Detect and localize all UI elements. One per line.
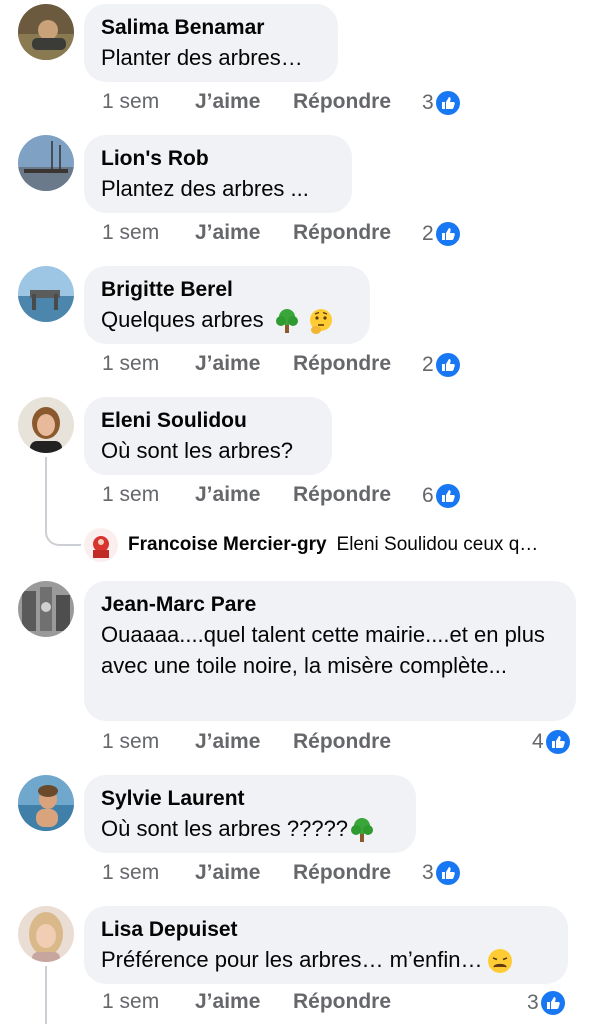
comment-bubble: Sylvie Laurent Où sont les arbres ????? <box>84 775 416 853</box>
tree-emoji-icon <box>275 309 298 334</box>
comment-text-content: Quelques arbres <box>101 307 264 332</box>
reply-button[interactable]: Répondre <box>293 990 391 1014</box>
comment-bubble: Salima Benamar Planter des arbres… <box>84 4 338 82</box>
like-button[interactable]: J’aime <box>195 990 260 1014</box>
reply-button[interactable]: Répondre <box>293 730 391 754</box>
comment-time[interactable]: 1 sem <box>102 352 159 376</box>
comment-bubble: Jean-Marc Pare Ouaaaa....quel talent cet… <box>84 581 576 721</box>
reaction-summary[interactable]: 2 <box>422 221 460 247</box>
comment-author[interactable]: Brigitte Berel <box>101 276 353 304</box>
like-reaction-icon <box>435 353 460 377</box>
reply-avatar <box>84 528 118 562</box>
like-reaction-icon <box>435 222 460 246</box>
comment-author[interactable]: Jean-Marc Pare <box>101 591 559 619</box>
reaction-summary[interactable]: 4 <box>532 729 570 755</box>
comment-author[interactable]: Sylvie Laurent <box>101 785 399 813</box>
avatar[interactable] <box>18 266 74 322</box>
avatar[interactable] <box>18 581 74 637</box>
comment: Lisa Depuiset Préférence pour les arbres… <box>0 902 592 1024</box>
comment-bubble: Lisa Depuiset Préférence pour les arbres… <box>84 906 568 984</box>
comment-text: Où sont les arbres ????? <box>101 813 399 844</box>
avatar[interactable] <box>18 135 74 191</box>
comment-text: Ouaaaa....quel talent cette mairie....et… <box>101 622 545 678</box>
thread-line <box>45 966 47 1024</box>
comment-author[interactable]: Eleni Soulidou <box>101 407 315 435</box>
comment-bubble: Brigitte Berel Quelques arbres <box>84 266 370 344</box>
reply-button[interactable]: Répondre <box>293 90 391 114</box>
thinking-emoji-icon <box>309 309 332 335</box>
reaction-count: 4 <box>532 730 544 753</box>
comment-bubble: Eleni Soulidou Où sont les arbres? <box>84 397 332 475</box>
comment: Jean-Marc Pare Ouaaaa....quel talent cet… <box>0 577 592 767</box>
comment: Brigitte Berel Quelques arbres 1 sem J’a… <box>0 262 592 392</box>
reaction-summary[interactable]: 3 <box>422 860 460 886</box>
comment-actions: 1 sem J’aime Répondre <box>102 990 482 1020</box>
like-button[interactable]: J’aime <box>195 352 260 376</box>
avatar[interactable] <box>18 4 74 60</box>
reaction-summary[interactable]: 3 <box>527 990 565 1016</box>
comment-text-content: Préférence pour les arbres… m’enfin… <box>101 947 483 972</box>
reply-text: Eleni Soulidou ceux q… <box>336 534 539 555</box>
reaction-summary[interactable]: 2 <box>422 352 460 378</box>
like-reaction-icon <box>435 484 460 508</box>
reaction-count: 3 <box>422 91 434 114</box>
comment-time[interactable]: 1 sem <box>102 990 159 1014</box>
tree-emoji-icon <box>351 818 374 843</box>
comment-text: Plantez des arbres ... <box>101 176 309 201</box>
reply-author[interactable]: Francoise Mercier-gry <box>128 534 327 556</box>
like-button[interactable]: J’aime <box>195 483 260 507</box>
like-button[interactable]: J’aime <box>195 90 260 114</box>
like-reaction-icon <box>435 91 460 115</box>
comment-time[interactable]: 1 sem <box>102 483 159 507</box>
comment: Lion's Rob Plantez des arbres ... 1 sem … <box>0 131 592 261</box>
comment-text: Quelques arbres <box>101 304 353 335</box>
like-button[interactable]: J’aime <box>195 861 260 885</box>
comment-author[interactable]: Lion's Rob <box>101 145 335 173</box>
comment: Sylvie Laurent Où sont les arbres ????? … <box>0 771 592 901</box>
comment-text: Planter des arbres… <box>101 45 303 70</box>
comment-text: Où sont les arbres? <box>101 438 293 463</box>
comment-text-content: Où sont les arbres ????? <box>101 816 349 841</box>
reply-preview[interactable]: Francoise Mercier-gry Eleni Soulidou ceu… <box>84 528 584 562</box>
comment-bubble: Lion's Rob Plantez des arbres ... <box>84 135 352 213</box>
reaction-count: 3 <box>527 991 539 1014</box>
comment-time[interactable]: 1 sem <box>102 861 159 885</box>
avatar[interactable] <box>18 397 74 453</box>
reply-button[interactable]: Répondre <box>293 221 391 245</box>
reaction-count: 6 <box>422 484 434 507</box>
comment-text: Préférence pour les arbres… m’enfin… <box>101 944 551 975</box>
comment-time[interactable]: 1 sem <box>102 90 159 114</box>
reaction-count: 3 <box>422 861 434 884</box>
reaction-count: 2 <box>422 222 434 245</box>
reaction-summary[interactable]: 6 <box>422 483 460 509</box>
reply-button[interactable]: Répondre <box>293 352 391 376</box>
avatar[interactable] <box>18 775 74 831</box>
like-reaction-icon <box>545 730 570 754</box>
like-button[interactable]: J’aime <box>195 221 260 245</box>
comment-actions: 1 sem J’aime Répondre <box>102 730 482 760</box>
comment-author[interactable]: Salima Benamar <box>101 14 321 42</box>
thread-connector <box>45 526 81 546</box>
comment-author[interactable]: Lisa Depuiset <box>101 916 551 944</box>
weary-emoji-icon <box>487 949 512 974</box>
like-reaction-icon <box>540 991 565 1015</box>
like-reaction-icon <box>435 861 460 885</box>
comment: Salima Benamar Planter des arbres… 1 sem… <box>0 0 592 130</box>
avatar[interactable] <box>18 906 74 962</box>
comment-time[interactable]: 1 sem <box>102 730 159 754</box>
reply-button[interactable]: Répondre <box>293 861 391 885</box>
comment-time[interactable]: 1 sem <box>102 221 159 245</box>
like-button[interactable]: J’aime <box>195 730 260 754</box>
reaction-summary[interactable]: 3 <box>422 90 460 116</box>
reaction-count: 2 <box>422 353 434 376</box>
reply-button[interactable]: Répondre <box>293 483 391 507</box>
thread-line <box>45 457 47 527</box>
